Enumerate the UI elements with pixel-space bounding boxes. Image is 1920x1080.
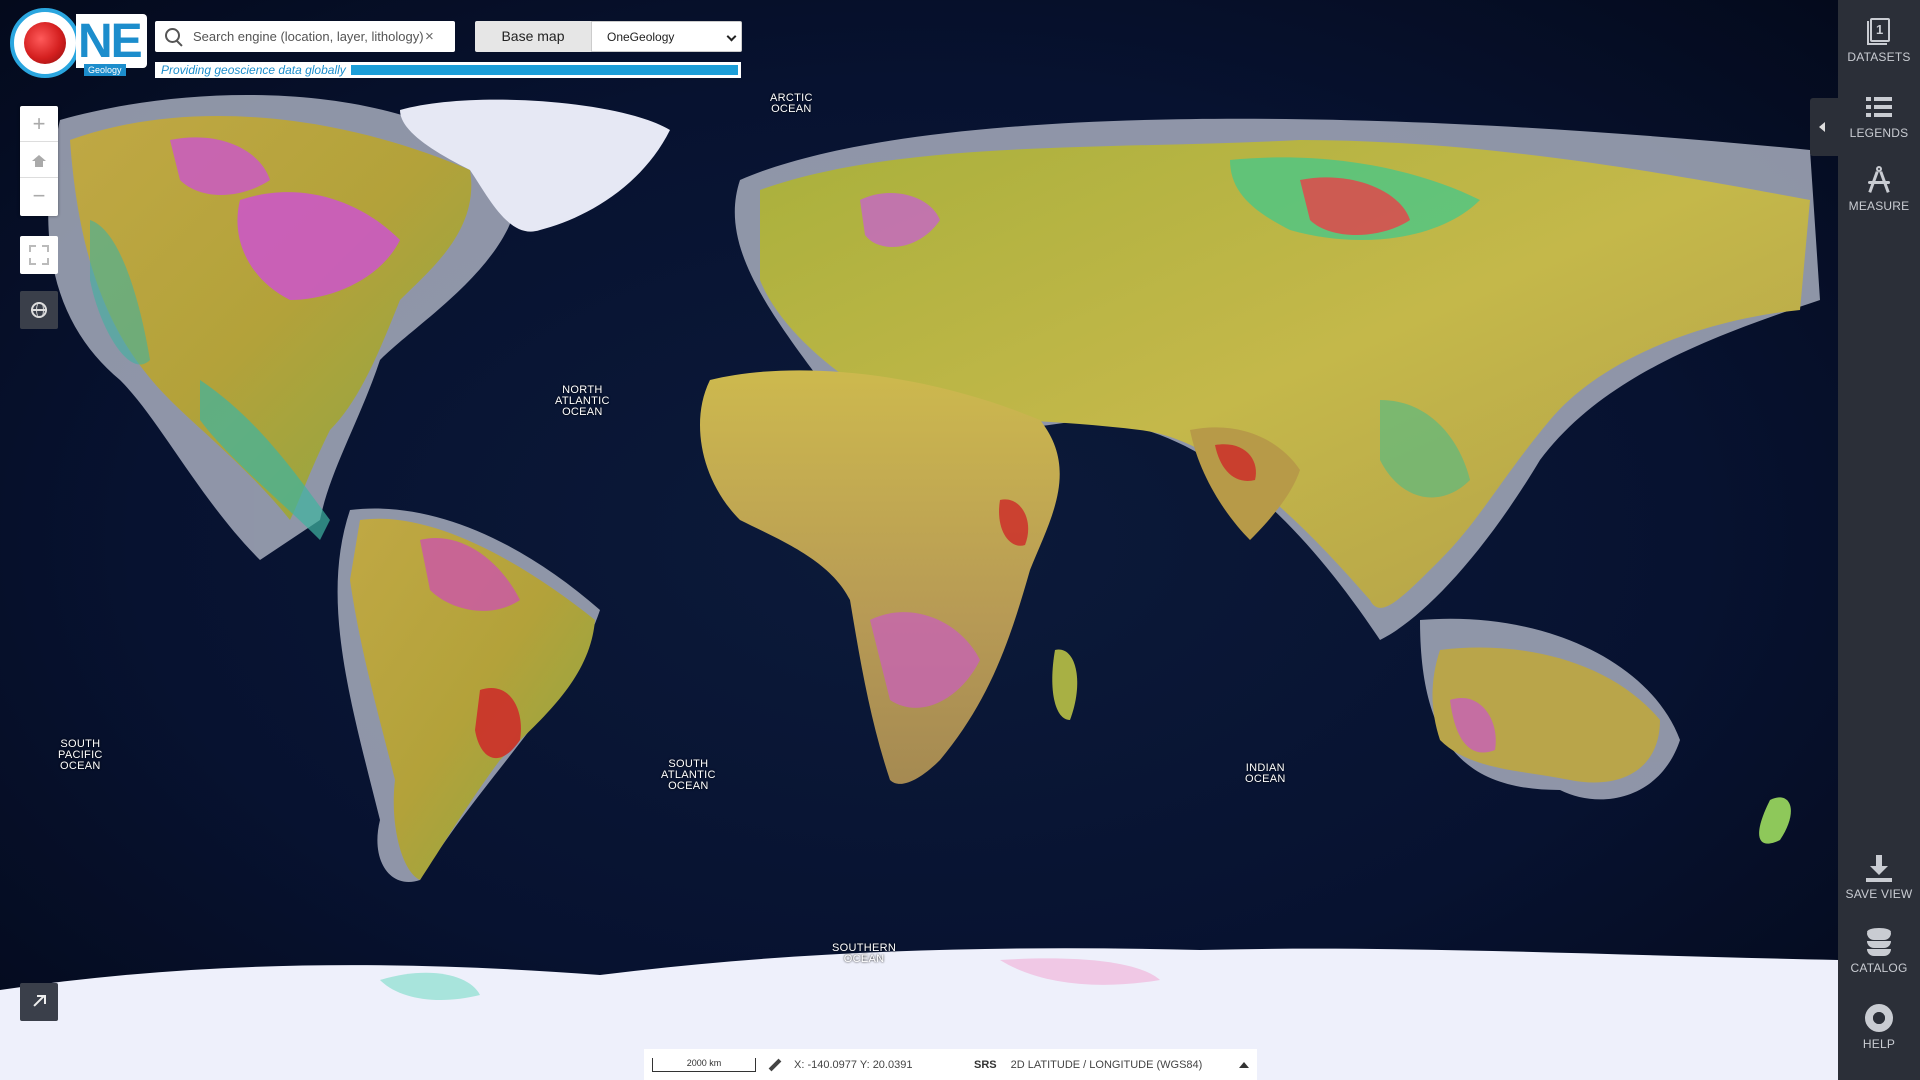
- right-sidebar: 1 DATASETS LEGENDS MEASURE SAVE VIEW CAT…: [1838, 0, 1920, 1080]
- ocean-label-indian: INDIAN OCEAN: [1245, 762, 1286, 785]
- fullscreen-icon: [29, 245, 49, 265]
- sidebar-item-label: DATASETS: [1847, 50, 1911, 64]
- onegeology-logo[interactable]: [10, 8, 80, 78]
- list-icon: [1864, 92, 1894, 122]
- cursor-coordinates: X: -140.0977 Y: 20.0391: [794, 1058, 913, 1071]
- map-status-bar: 2000 km X: -140.0977 Y: 20.0391 SRS 2D L…: [644, 1049, 1257, 1080]
- search-input[interactable]: [193, 29, 423, 44]
- sidebar-item-datasets[interactable]: 1 DATASETS: [1838, 16, 1920, 64]
- basemap-selected-value: OneGeology: [607, 30, 675, 44]
- tagline-bar: Providing geoscience data globally: [155, 62, 741, 78]
- basemap-dropdown[interactable]: OneGeology: [591, 21, 742, 52]
- close-icon[interactable]: ×: [425, 28, 434, 45]
- sidebar-item-label: SAVE VIEW: [1845, 887, 1913, 901]
- 3d-globe-button[interactable]: [20, 291, 58, 329]
- basemap-selector: Base map OneGeology: [475, 21, 742, 52]
- tagline-accent-bar: [351, 65, 738, 75]
- lifebuoy-icon: [1864, 1003, 1894, 1033]
- basemap-label: Base map: [475, 21, 591, 52]
- compass-icon: [1864, 165, 1894, 195]
- collapse-panel-button[interactable]: [1810, 98, 1838, 156]
- srs-selector[interactable]: 2D LATITUDE / LONGITUDE (WGS84): [1011, 1059, 1203, 1071]
- world-geology-layer: [0, 95, 1838, 1080]
- logo-text: NE: [76, 14, 147, 68]
- sidebar-item-label: CATALOG: [1850, 961, 1908, 975]
- ocean-label-south-atlantic: SOUTH ATLANTIC OCEAN: [661, 758, 716, 792]
- geology-map[interactable]: ARCTIC OCEAN NORTH ATLANTIC OCEAN SOUTH …: [0, 0, 1838, 1080]
- home-icon: [32, 155, 46, 167]
- search-box: ×: [155, 21, 455, 52]
- sidebar-item-label: LEGENDS: [1849, 126, 1909, 140]
- ocean-label-south-pacific: SOUTH PACIFIC OCEAN: [58, 738, 103, 772]
- ocean-label-north-atlantic: NORTH ATLANTIC OCEAN: [555, 384, 610, 418]
- sidebar-item-label: HELP: [1862, 1037, 1896, 1051]
- zoom-in-button[interactable]: +: [20, 106, 58, 142]
- ocean-label-arctic: ARCTIC OCEAN: [770, 92, 813, 115]
- zoom-out-button[interactable]: −: [20, 178, 58, 214]
- search-icon[interactable]: [163, 26, 185, 48]
- map-zoom-controls: + −: [20, 106, 58, 216]
- ocean-label-southern: SOUTHERN OCEAN: [832, 942, 897, 965]
- sidebar-item-label: MEASURE: [1848, 199, 1910, 213]
- fullscreen-button[interactable]: [20, 236, 58, 274]
- sidebar-item-help[interactable]: HELP: [1838, 1003, 1920, 1051]
- datasets-count-badge: 1: [1876, 22, 1884, 37]
- sidebar-item-measure[interactable]: MEASURE: [1838, 165, 1920, 213]
- caret-up-icon[interactable]: [1239, 1061, 1249, 1068]
- datasets-icon: 1: [1864, 16, 1894, 46]
- scale-bar: 2000 km: [652, 1057, 756, 1072]
- chevron-down-icon: [726, 31, 737, 42]
- sidebar-item-save-view[interactable]: SAVE VIEW: [1838, 853, 1920, 901]
- overview-map-button[interactable]: [20, 983, 58, 1021]
- tagline: Providing geoscience data globally: [157, 64, 350, 76]
- logo-subtitle: Geology: [84, 64, 126, 76]
- globe-logo-icon: [24, 22, 66, 64]
- home-button[interactable]: [20, 142, 58, 178]
- arrow-up-right-icon: [31, 993, 47, 1009]
- srs-label: SRS: [974, 1058, 997, 1071]
- database-icon: [1864, 927, 1894, 957]
- sidebar-item-catalog[interactable]: CATALOG: [1838, 927, 1920, 975]
- sidebar-item-legends[interactable]: LEGENDS: [1838, 92, 1920, 140]
- pencil-icon[interactable]: [768, 1058, 782, 1072]
- globe-icon: [31, 302, 47, 318]
- download-icon: [1864, 853, 1894, 883]
